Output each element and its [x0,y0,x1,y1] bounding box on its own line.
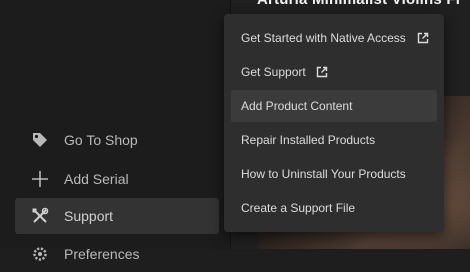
plus-icon [30,169,50,189]
menu-item-get-started[interactable]: Get Started with Native Access [231,22,437,54]
support-menu: Get Started with Native Access Get Suppo… [224,14,444,232]
sidebar: Go To Shop Add Serial Support Preference… [0,0,230,262]
menu-item-label: Get Support [241,65,306,79]
tag-icon [30,130,50,150]
product-title: Arturia Minimalist Violins Fr [257,0,462,8]
tools-icon [30,206,50,226]
sidebar-item-label: Add Serial [64,171,129,187]
sidebar-item-label: Support [64,208,114,224]
menu-item-how-to-uninstall[interactable]: How to Uninstall Your Products [231,158,437,190]
sidebar-item-go-to-shop[interactable]: Go To Shop [15,122,219,158]
sidebar-item-label: Preferences [64,246,140,262]
menu-item-get-support[interactable]: Get Support [231,56,437,88]
sidebar-item-label: Go To Shop [64,132,138,148]
menu-item-label: How to Uninstall Your Products [241,167,406,181]
menu-item-label: Get Started with Native Access [241,31,406,45]
menu-item-label: Repair Installed Products [241,133,376,147]
sidebar-item-preferences[interactable]: Preferences [15,236,219,272]
menu-item-label: Create a Support File [241,201,356,215]
sidebar-item-support[interactable]: Support [15,198,219,234]
sidebar-item-add-serial[interactable]: Add Serial [15,161,219,197]
gear-icon [30,244,50,264]
menu-item-repair-installed-products[interactable]: Repair Installed Products [231,124,437,156]
menu-item-add-product-content[interactable]: Add Product Content [231,90,437,122]
external-link-icon [316,66,328,78]
menu-item-create-support-file[interactable]: Create a Support File [231,192,437,224]
external-link-icon [417,32,429,44]
menu-item-label: Add Product Content [241,99,353,113]
